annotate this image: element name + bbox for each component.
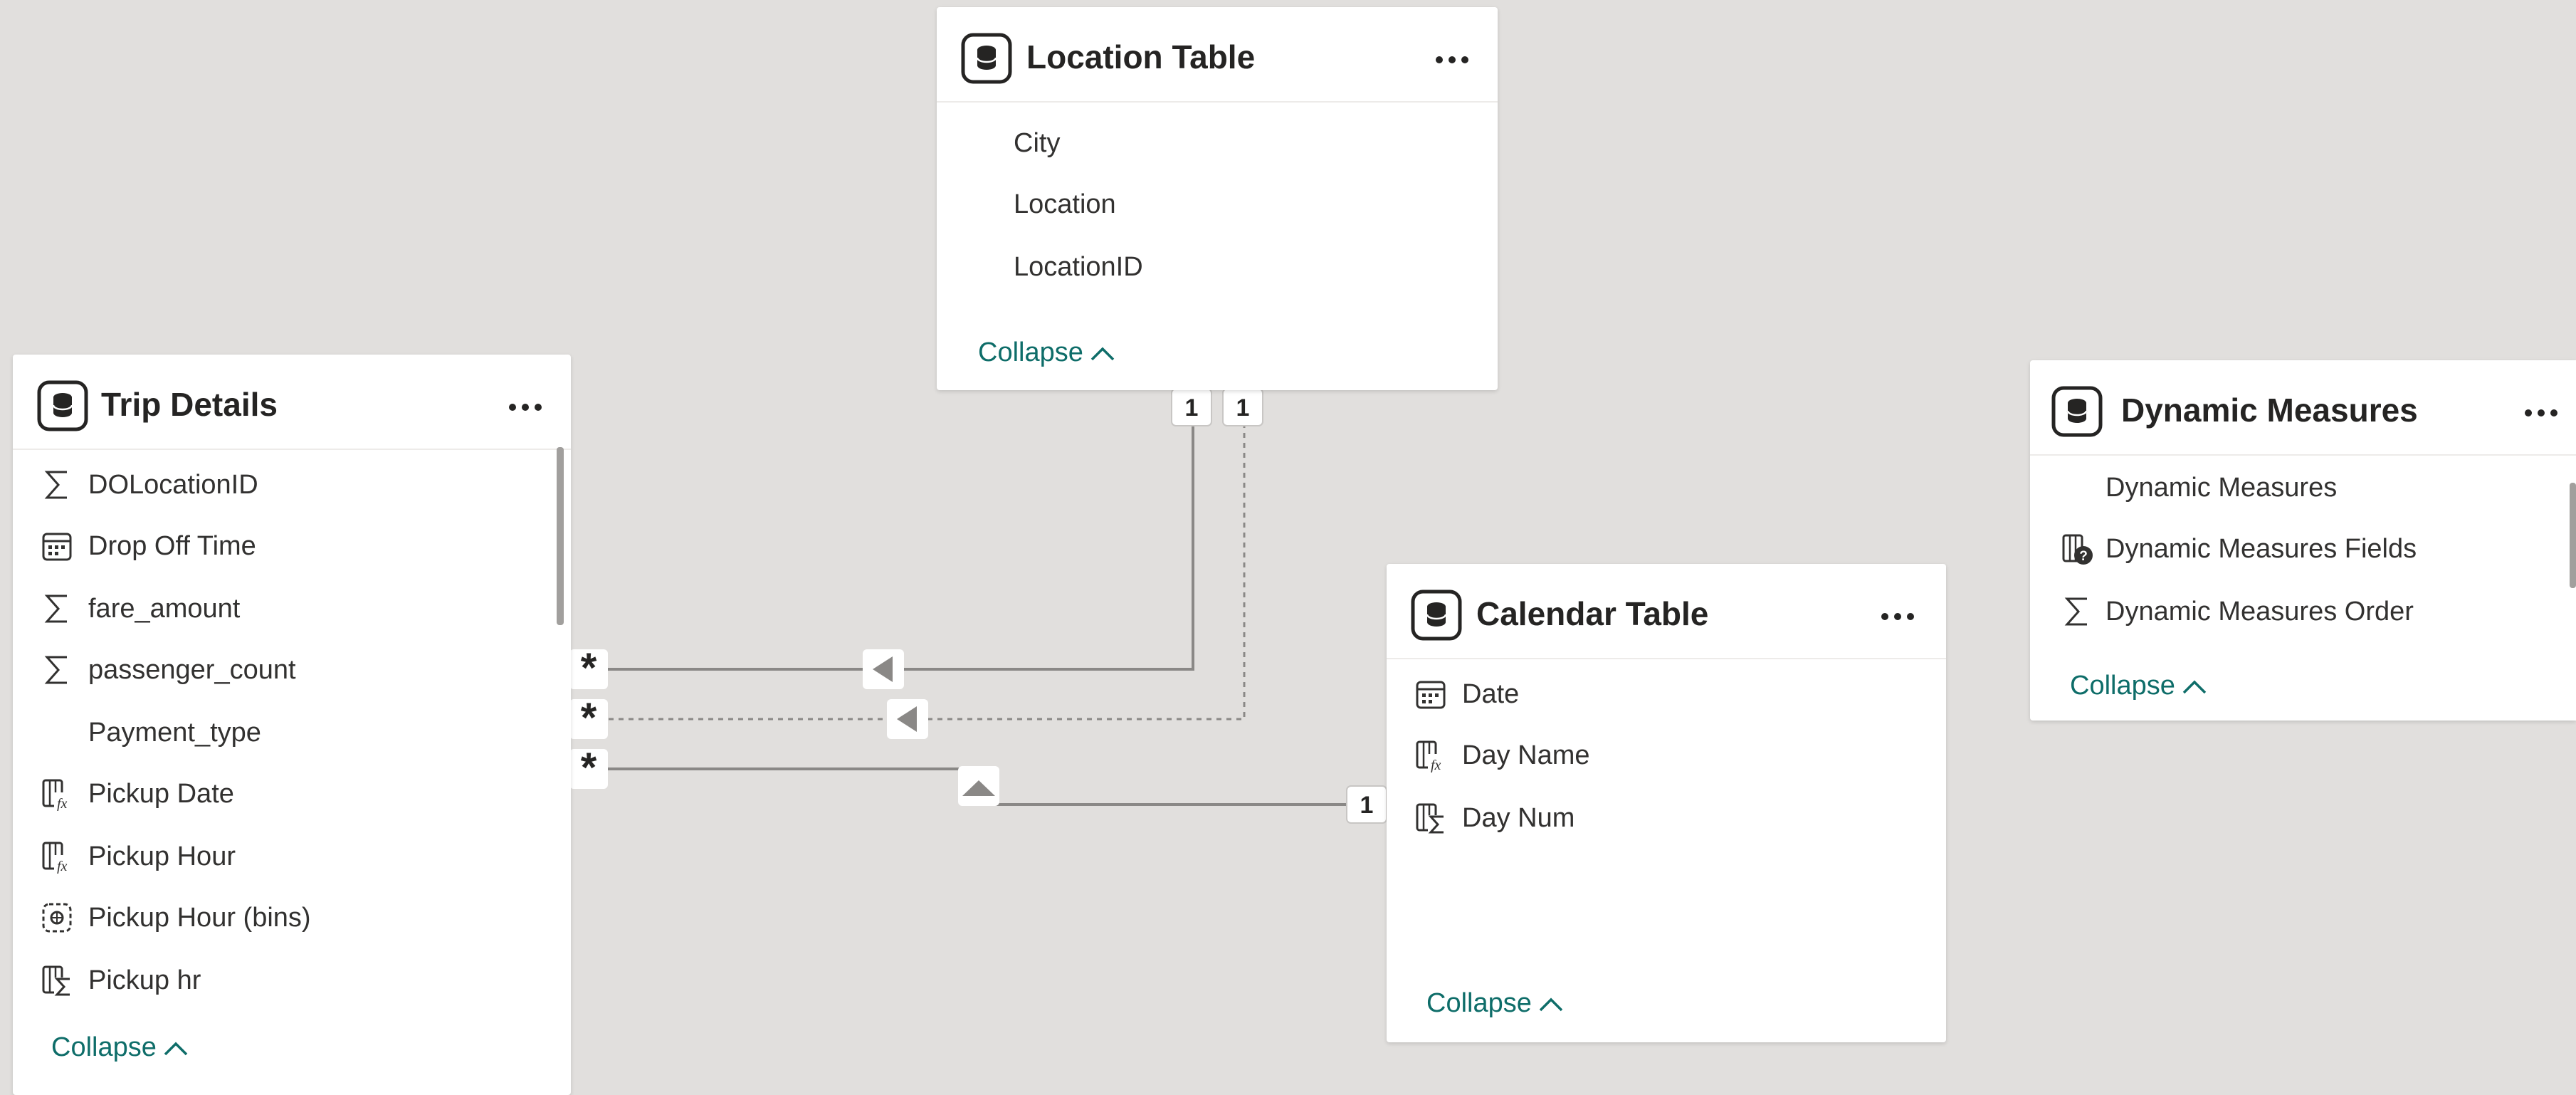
calculated-column-icon: fx bbox=[42, 842, 74, 874]
svg-text:fx: fx bbox=[57, 859, 68, 874]
relationship-line-location-trip-inactive[interactable] bbox=[608, 423, 1246, 721]
filter-direction-arrow-left bbox=[887, 699, 928, 739]
chevron-up-icon bbox=[164, 1042, 188, 1056]
calendar-icon bbox=[1416, 681, 1446, 709]
trip-details-table-card[interactable]: Trip Details DOLocationID Drop Off Time … bbox=[13, 355, 571, 1095]
collapse-button[interactable]: Collapse bbox=[51, 1029, 189, 1065]
collapse-button[interactable]: Collapse bbox=[1426, 985, 1565, 1021]
calendar-table-card[interactable]: Calendar Table Date fx Day Name Day Num … bbox=[1387, 564, 1946, 1042]
database-icon bbox=[961, 33, 1012, 84]
svg-text:1: 1 bbox=[1185, 394, 1199, 421]
bins-icon bbox=[42, 903, 72, 933]
filter-direction-arrow-up bbox=[958, 766, 999, 806]
field-date[interactable]: Date bbox=[1387, 664, 1946, 725]
table-header[interactable]: Dynamic Measures bbox=[2030, 360, 2576, 456]
more-options-icon[interactable] bbox=[2524, 409, 2558, 417]
field-pickup-hour[interactable]: fx Pickup Hour bbox=[13, 826, 571, 887]
table-header[interactable]: Trip Details bbox=[13, 355, 571, 450]
database-icon bbox=[37, 380, 88, 431]
table-header[interactable]: Calendar Table bbox=[1387, 564, 1946, 659]
cardinality-many-badge: * bbox=[569, 695, 608, 741]
more-options-icon[interactable] bbox=[1881, 612, 1915, 621]
field-payment-type[interactable]: Payment_type bbox=[13, 702, 571, 763]
field-fare-amount[interactable]: fare_amount bbox=[13, 578, 571, 639]
more-options-icon[interactable] bbox=[508, 403, 542, 412]
calculated-sum-icon bbox=[42, 965, 74, 997]
field-dynamic-measures-order[interactable]: Dynamic Measures Order bbox=[2030, 581, 2576, 642]
table-title: Location Table bbox=[1026, 38, 1256, 75]
location-table-card[interactable]: Location Table City Location LocationID … bbox=[937, 7, 1498, 390]
collapse-button[interactable]: Collapse bbox=[978, 335, 1116, 370]
cardinality-one-badge: 1 bbox=[1171, 388, 1212, 426]
calculated-column-icon: fx bbox=[1416, 740, 1448, 772]
svg-text:fx: fx bbox=[57, 796, 68, 811]
field-location[interactable]: Location bbox=[937, 174, 1498, 235]
field-day-num[interactable]: Day Num bbox=[1387, 787, 1946, 849]
chevron-up-icon bbox=[2182, 680, 2207, 694]
calendar-icon bbox=[42, 533, 72, 561]
scrollbar-thumb[interactable] bbox=[557, 447, 564, 625]
field-dynamic-measures[interactable]: Dynamic Measures bbox=[2030, 457, 2576, 518]
table-title: Dynamic Measures bbox=[2121, 392, 2418, 429]
cardinality-one-badge: 1 bbox=[1222, 388, 1263, 426]
svg-text:*: * bbox=[581, 695, 597, 741]
svg-text:1: 1 bbox=[1236, 394, 1250, 421]
chevron-up-icon bbox=[1539, 997, 1563, 1012]
field-dynamic-measures-fields[interactable]: ? Dynamic Measures Fields bbox=[2030, 518, 2576, 580]
sigma-icon bbox=[2064, 597, 2087, 626]
calculated-sum-icon bbox=[1416, 803, 1448, 835]
svg-text:*: * bbox=[581, 645, 597, 691]
collapse-button[interactable]: Collapse bbox=[2070, 668, 2208, 703]
field-day-name[interactable]: fx Day Name bbox=[1387, 725, 1946, 786]
field-pickup-date[interactable]: fx Pickup Date bbox=[13, 763, 571, 824]
sigma-icon bbox=[44, 656, 67, 684]
database-icon bbox=[2051, 386, 2103, 437]
table-title: Trip Details bbox=[101, 386, 278, 423]
svg-text:fx: fx bbox=[1431, 758, 1441, 772]
calculated-column-icon: fx bbox=[42, 779, 74, 811]
sigma-icon bbox=[44, 594, 67, 623]
database-icon bbox=[1411, 590, 1462, 641]
svg-text:?: ? bbox=[2079, 549, 2088, 564]
chevron-up-icon bbox=[1090, 347, 1115, 361]
field-locationid[interactable]: LocationID bbox=[937, 236, 1498, 298]
scrollbar-thumb[interactable] bbox=[2570, 483, 2576, 588]
cardinality-many-badge: * bbox=[569, 645, 608, 691]
filter-direction-arrow-left bbox=[863, 649, 904, 689]
table-title: Calendar Table bbox=[1476, 595, 1709, 632]
cardinality-many-badge: * bbox=[569, 745, 608, 791]
sigma-icon bbox=[44, 471, 67, 499]
relationship-line-location-trip[interactable] bbox=[608, 423, 1194, 671]
svg-text:*: * bbox=[581, 745, 597, 791]
more-options-icon[interactable] bbox=[1435, 56, 1469, 64]
field-drop-off-time[interactable]: Drop Off Time bbox=[13, 515, 571, 577]
field-dolocationid[interactable]: DOLocationID bbox=[13, 454, 571, 515]
field-parameter-icon: ? bbox=[2062, 534, 2093, 565]
svg-text:1: 1 bbox=[1360, 792, 1374, 819]
dynamic-measures-table-card[interactable]: Dynamic Measures Dynamic Measures ? Dyna… bbox=[2030, 360, 2576, 721]
field-passenger-count[interactable]: passenger_count bbox=[13, 639, 571, 701]
table-header[interactable]: Location Table bbox=[937, 7, 1498, 103]
cardinality-one-badge: 1 bbox=[1346, 785, 1387, 824]
field-pickup-hour-bins[interactable]: Pickup Hour (bins) bbox=[13, 887, 571, 948]
field-city[interactable]: City bbox=[937, 112, 1498, 174]
field-pickup-hr[interactable]: Pickup hr bbox=[13, 950, 571, 1011]
